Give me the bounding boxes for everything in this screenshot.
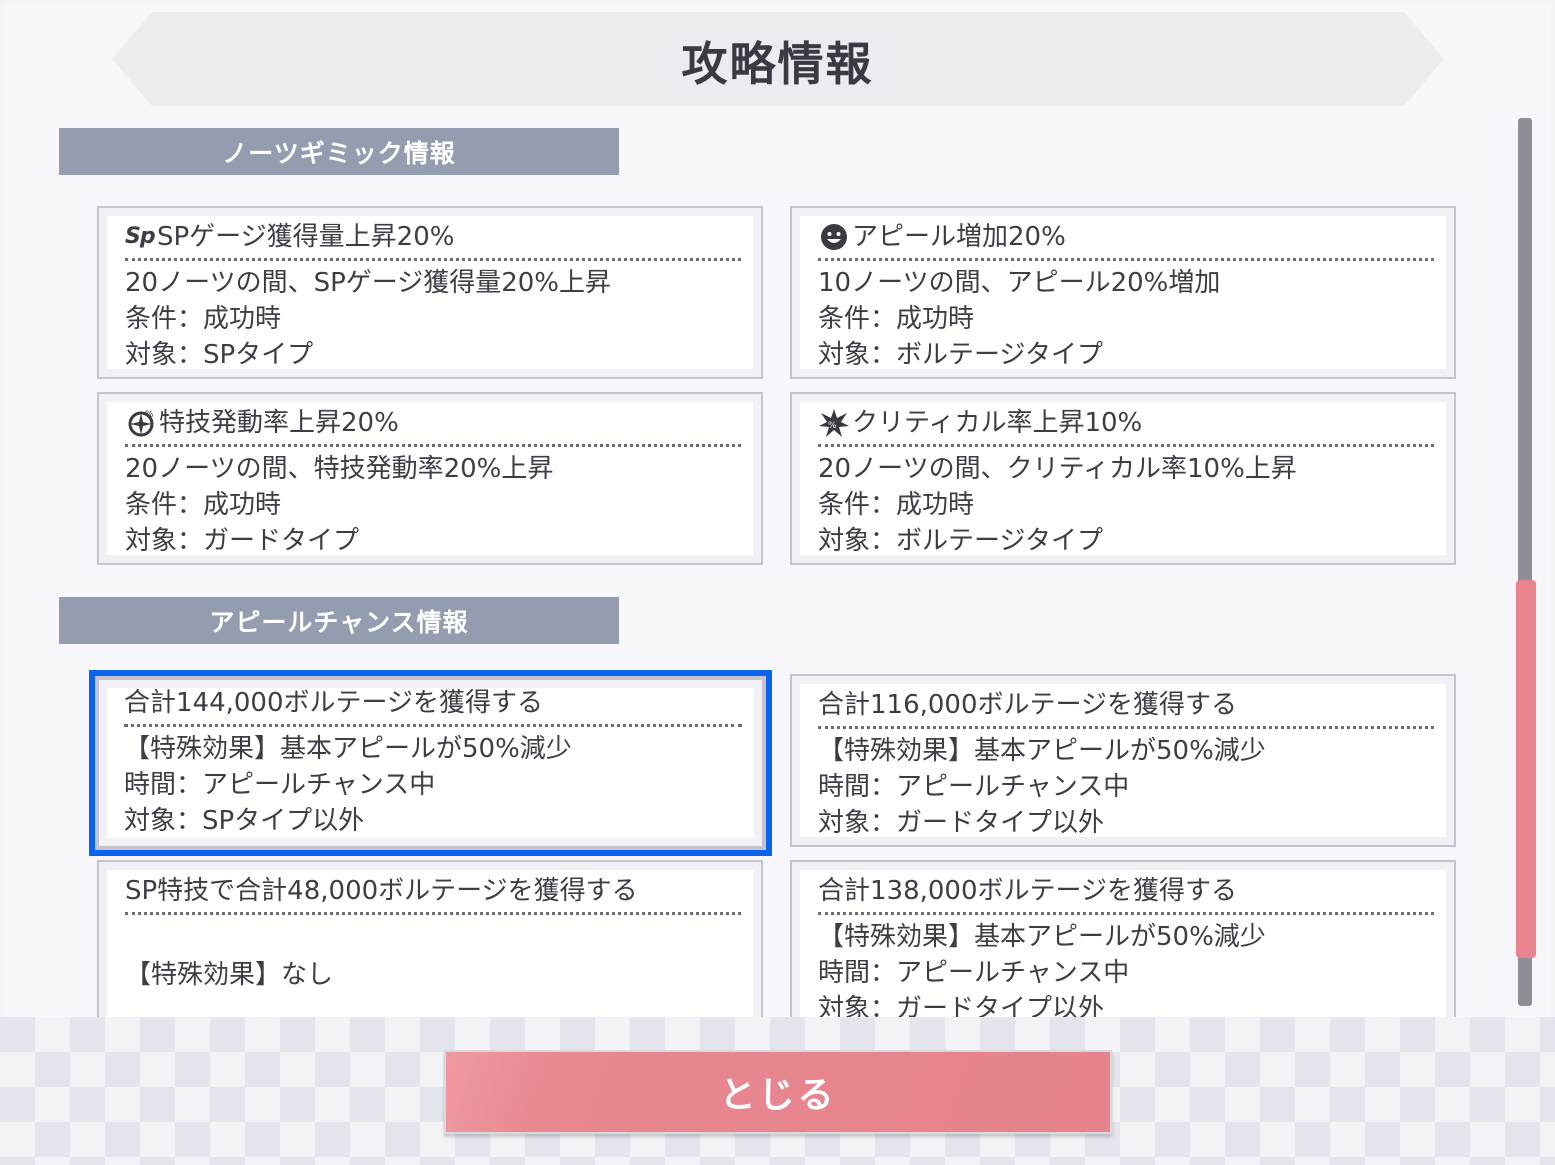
card-title: 合計138,000ボルテージを獲得する bbox=[818, 872, 1434, 915]
card-time: 時間：アピールチャンス中 bbox=[124, 770, 436, 800]
card-description: 20ノーツの間、SPゲージ獲得量20%上昇 bbox=[125, 268, 612, 298]
card-condition: 条件：成功時 bbox=[125, 304, 282, 334]
card-condition: 条件：成功時 bbox=[818, 490, 975, 520]
svg-text:%: % bbox=[145, 410, 154, 420]
appeal-card-4[interactable]: 合計138,000ボルテージを獲得する 【特殊効果】基本アピールが50%減少 時… bbox=[790, 860, 1456, 1017]
card-target: 対象：ガードタイプ bbox=[125, 526, 360, 556]
svg-text:%: % bbox=[828, 421, 837, 431]
card-time: 時間：アピールチャンス中 bbox=[818, 958, 1130, 988]
card-description: 【特殊効果】基本アピールが50%減少 bbox=[124, 734, 572, 764]
card-description: 【特殊効果】基本アピールが50%減少 bbox=[818, 922, 1266, 952]
card-condition: 条件：成功時 bbox=[125, 490, 282, 520]
sp-gauge-icon: Sp bbox=[125, 224, 156, 249]
smile-icon bbox=[821, 224, 847, 250]
page-title: 攻略情報 bbox=[681, 37, 874, 91]
card-time: 時間：アピールチャンス中 bbox=[818, 772, 1130, 802]
card-description: 20ノーツの間、特技発動率20%上昇 bbox=[125, 454, 554, 484]
section-header-gimmick: ノーツギミック情報 bbox=[59, 128, 619, 175]
card-target: 対象：SPタイプ以外 bbox=[124, 806, 365, 836]
card-target: 対象：ボルテージタイプ bbox=[818, 526, 1103, 556]
appeal-card-2[interactable]: 合計116,000ボルテージを獲得する 【特殊効果】基本アピールが50%減少 時… bbox=[790, 674, 1456, 847]
appeal-card-3[interactable]: SP特技で合計48,000ボルテージを獲得する 【特殊効果】なし bbox=[97, 860, 763, 1017]
card-description: 20ノーツの間、クリティカル率10%上昇 bbox=[818, 454, 1297, 484]
section-header-appeal-chance: アピールチャンス情報 bbox=[59, 597, 619, 644]
close-button[interactable]: とじる bbox=[444, 1050, 1112, 1134]
card-target: 対象：ガードタイプ以外 bbox=[818, 808, 1105, 838]
card-target: 対象：ガードタイプ以外 bbox=[818, 994, 1105, 1017]
gimmick-card-critical-rate[interactable]: % クリティカル率上昇10% 20ノーツの間、クリティカル率10%上昇 条件：成… bbox=[790, 392, 1456, 565]
card-title: 合計144,000ボルテージを獲得する bbox=[124, 684, 742, 727]
scroll-content[interactable]: ノーツギミック情報 Sp SPゲージ獲得量上昇20% 20ノーツの間、SPゲージ… bbox=[0, 110, 1510, 1017]
gimmick-card-appeal-up[interactable]: アピール増加20% 10ノーツの間、アピール20%増加 条件：成功時 対象：ボル… bbox=[790, 206, 1456, 379]
appeal-card-1[interactable]: 合計144,000ボルテージを獲得する 【特殊効果】基本アピールが50%減少 時… bbox=[89, 670, 772, 856]
card-title: 合計116,000ボルテージを獲得する bbox=[818, 686, 1434, 729]
critical-burst-icon: % bbox=[819, 409, 849, 437]
card-description: 【特殊効果】基本アピールが50%減少 bbox=[818, 736, 1266, 766]
card-description: 10ノーツの間、アピール20%増加 bbox=[818, 268, 1221, 298]
gimmick-card-skill-rate[interactable]: % 特技発動率上昇20% 20ノーツの間、特技発動率20%上昇 条件：成功時 対… bbox=[97, 392, 763, 565]
gimmick-card-sp-gauge[interactable]: Sp SPゲージ獲得量上昇20% 20ノーツの間、SPゲージ獲得量20%上昇 条… bbox=[97, 206, 763, 379]
card-title: SP特技で合計48,000ボルテージを獲得する bbox=[125, 872, 741, 915]
card-title: % 特技発動率上昇20% bbox=[125, 404, 741, 447]
card-title: Sp SPゲージ獲得量上昇20% bbox=[125, 218, 741, 261]
card-target: 対象：ボルテージタイプ bbox=[818, 340, 1103, 370]
card-title: % クリティカル率上昇10% bbox=[818, 404, 1434, 447]
card-description: 【特殊効果】なし bbox=[125, 960, 334, 990]
card-target: 対象：SPタイプ bbox=[125, 340, 314, 370]
skill-rate-icon: % bbox=[128, 410, 154, 437]
card-title: アピール増加20% bbox=[818, 218, 1434, 261]
card-condition: 条件：成功時 bbox=[818, 304, 975, 334]
scrollbar-thumb[interactable] bbox=[1516, 580, 1536, 958]
